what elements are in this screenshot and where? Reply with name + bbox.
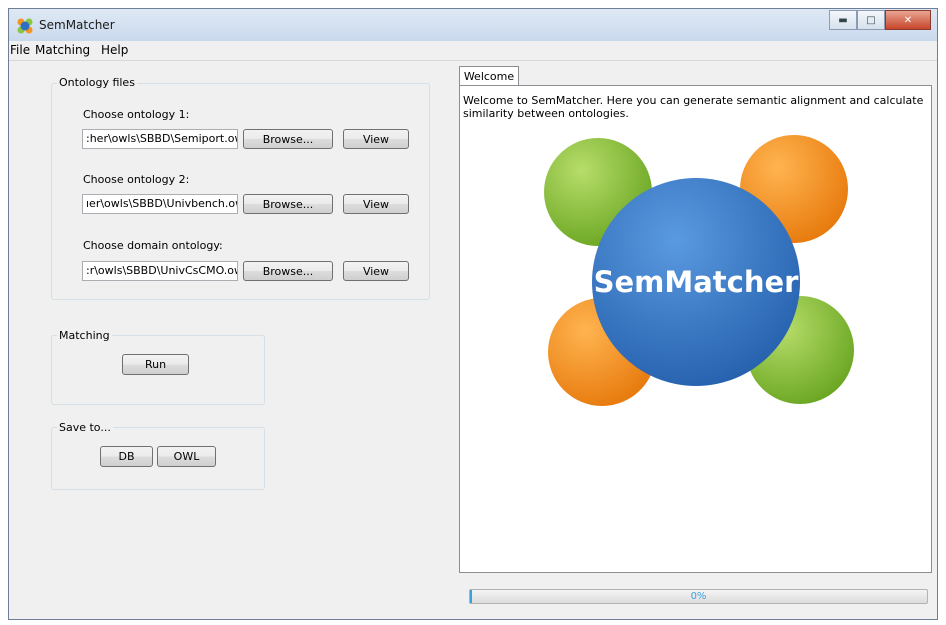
maximize-button[interactable]: □ (857, 10, 885, 30)
ontology1-label: Choose ontology 1: (83, 108, 190, 121)
close-button[interactable]: ✕ (885, 10, 931, 30)
window-controls: ▬ □ ✕ (829, 10, 931, 30)
minimize-button[interactable]: ▬ (829, 10, 857, 30)
welcome-panel: Welcome to SemMatcher. Here you can gene… (459, 85, 932, 573)
matching-group-label: Matching (57, 329, 112, 342)
maximize-icon: □ (866, 14, 876, 26)
ontology2-view-button[interactable]: View (343, 194, 409, 214)
run-button[interactable]: Run (122, 354, 189, 375)
semmatcher-app-icon (17, 18, 33, 34)
ontology2-browse-button[interactable]: Browse... (243, 194, 333, 214)
menu-bar: File Matching Help (9, 42, 937, 61)
ontology-files-group-label: Ontology files (57, 76, 137, 89)
ontology2-path-field[interactable]: ıer\owls\SBBD\Univbench.owl (82, 194, 238, 214)
window-title: SemMatcher (39, 18, 115, 32)
save-group-label: Save to... (57, 421, 113, 434)
semmatcher-logo: SemMatcher (544, 135, 854, 406)
ontology2-label: Choose ontology 2: (83, 173, 190, 186)
close-icon: ✕ (903, 14, 913, 26)
ontology1-browse-button[interactable]: Browse... (243, 129, 333, 149)
logo-text: SemMatcher (594, 265, 800, 299)
minimize-icon: ▬ (838, 14, 848, 26)
ontology1-view-button[interactable]: View (343, 129, 409, 149)
progress-bar: 0% (469, 589, 928, 604)
app-window: SemMatcher ▬ □ ✕ File Matching Help Onto… (8, 8, 938, 620)
progress-text: 0% (690, 591, 707, 602)
menu-matching[interactable]: Matching (35, 43, 90, 57)
domain-ontology-browse-button[interactable]: Browse... (243, 261, 333, 281)
domain-ontology-path-field[interactable]: :r\owls\SBBD\UnivCsCMO.owl (82, 261, 238, 281)
domain-ontology-view-button[interactable]: View (343, 261, 409, 281)
save-owl-button[interactable]: OWL (157, 446, 216, 467)
ontology1-path-field[interactable]: :her\owls\SBBD\Semiport.owl (82, 129, 238, 149)
welcome-message: Welcome to SemMatcher. Here you can gene… (463, 94, 924, 120)
domain-ontology-label: Choose domain ontology: (83, 239, 223, 252)
title-bar: SemMatcher ▬ □ ✕ (9, 9, 937, 41)
tab-welcome[interactable]: Welcome (459, 66, 519, 86)
save-db-button[interactable]: DB (100, 446, 153, 467)
menu-file[interactable]: File (10, 43, 30, 57)
menu-help[interactable]: Help (101, 43, 128, 57)
